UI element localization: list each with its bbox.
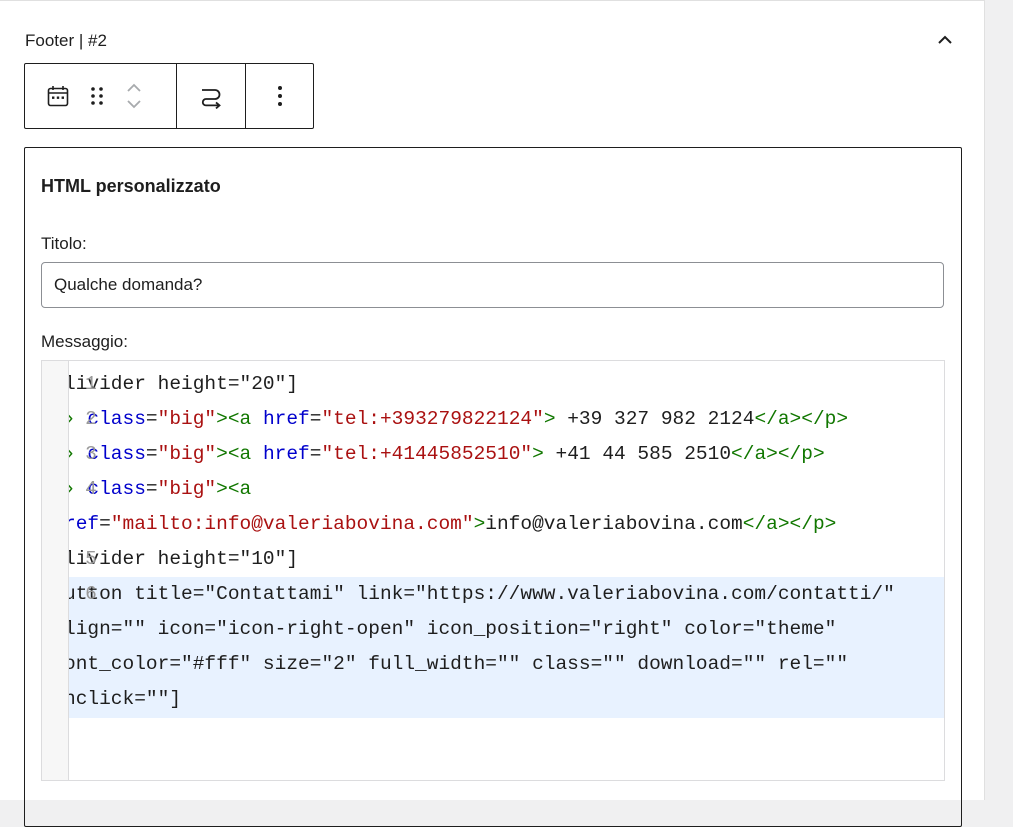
code-editor[interactable]: livider height="20"] 1 › class="big"><a hr…	[41, 360, 945, 781]
loop-icon[interactable]	[198, 83, 224, 109]
code-token: info@valeriabovina.com	[485, 513, 743, 535]
titolo-label: Titolo:	[41, 234, 87, 253]
code-line-text: nclick=""]	[64, 682, 181, 717]
block-movers	[126, 83, 142, 109]
toolbar-group-options	[246, 64, 313, 128]
drag-handle-icon[interactable]	[90, 85, 104, 107]
code-line-text: ont_color="#fff" size="2" full_width="" …	[64, 647, 848, 682]
code-token: ont_color="#fff" size="2" full_width="" …	[64, 653, 849, 675]
code-token: =	[145, 408, 158, 430]
code-token: >	[532, 443, 544, 465]
line-number: 4	[85, 478, 97, 500]
code-token: nclick=""]	[64, 688, 182, 710]
code-token: >	[473, 513, 486, 535]
toolbar-group-block	[25, 64, 177, 128]
code-line-text: › class="big"><a href="tel:+393279822124…	[64, 402, 848, 437]
code-line-text: utton title="Contattami" link="https://w…	[64, 577, 895, 612]
code-content: livider height="20"] 1 › class="big"><a hr…	[42, 361, 944, 780]
line-number: 1	[85, 373, 97, 395]
code-token: =	[99, 513, 111, 535]
code-token: ><a	[216, 443, 263, 465]
code-token: utton title="Contattami" link="https://w…	[64, 583, 895, 605]
more-options-icon[interactable]	[277, 85, 283, 107]
code-token: "tel:+41445852510"	[321, 443, 533, 465]
line-number: 6	[85, 583, 97, 605]
code-token: livider height="20"]	[64, 373, 299, 395]
code-token: "big"	[157, 408, 217, 430]
move-down-icon[interactable]	[126, 99, 142, 109]
widget-form: HTML personalizzato Titolo: Messaggio: l…	[24, 147, 962, 827]
code-token: href	[262, 443, 310, 465]
code-token: </a></p>	[742, 513, 837, 535]
toolbar-group-transform	[177, 64, 246, 128]
code-token: ref	[64, 513, 100, 535]
code-line-text: › class="big"><a href="tel:+41445852510"…	[64, 437, 825, 472]
code-token: </a></p>	[754, 408, 849, 430]
code-token: "big"	[157, 478, 217, 500]
widget-title: HTML personalizzato	[41, 176, 221, 196]
code-token: ><a	[216, 478, 252, 500]
block-title: Footer | #2	[25, 31, 107, 50]
line-number: 3	[85, 443, 97, 465]
block-toolbar	[24, 63, 314, 129]
code-token: +39 327 982 2124	[555, 408, 755, 430]
code-token: lign="" icon="icon-right-open" icon_posi…	[64, 618, 837, 640]
code-line-text: livider height="10"]	[64, 542, 298, 577]
messaggio-label: Messaggio:	[41, 332, 128, 351]
code-token: =	[309, 408, 322, 430]
code-token: =	[145, 443, 158, 465]
code-token: "mailto:info@valeriabovina.com"	[110, 513, 474, 535]
block-panel: Footer | #2 HTML personalizzato Titolo: …	[0, 0, 985, 827]
code-token: </a></p>	[731, 443, 825, 465]
code-line-text: livider height="20"]	[64, 367, 298, 402]
code-line-text: lign="" icon="icon-right-open" icon_posi…	[64, 612, 836, 647]
calendar-icon[interactable]	[46, 84, 70, 108]
editor-gutter	[42, 361, 69, 780]
code-token: "big"	[157, 443, 217, 465]
code-token: =	[309, 443, 322, 465]
code-token: "tel:+393279822124"	[321, 408, 544, 430]
code-token: +41 44 585 2510	[543, 443, 732, 465]
move-up-icon[interactable]	[126, 83, 142, 93]
code-token: ><a	[216, 408, 263, 430]
code-line-text: ref="mailto:info@valeriabovina.com">info…	[64, 507, 836, 542]
code-token: href	[262, 408, 310, 430]
code-token: =	[145, 478, 158, 500]
chevron-up-icon[interactable]	[934, 30, 956, 50]
code-token: livider height="10"]	[64, 548, 299, 570]
code-token: >	[543, 408, 556, 430]
line-number: 2	[85, 408, 97, 430]
line-number: 5	[85, 548, 97, 570]
titolo-input[interactable]	[41, 262, 944, 308]
